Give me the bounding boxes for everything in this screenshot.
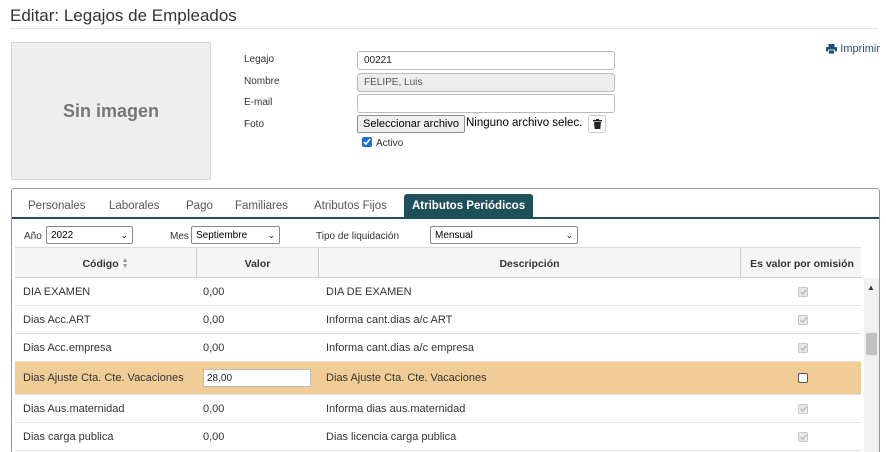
trash-icon [592, 119, 602, 129]
print-link-label: Imprimir [840, 43, 880, 55]
cell-descripcion: Informa cant.dias a/c empresa [326, 341, 474, 354]
photo-placeholder-text: Sin imagen [62, 100, 160, 121]
table-row[interactable]: Dias Aus.maternidad 0,00 Informa dias au… [15, 395, 861, 423]
header-omision[interactable]: Es valor por omisión [741, 248, 863, 279]
omision-checkbox[interactable] [798, 431, 808, 442]
anio-select[interactable]: 2022 ⌄ [46, 226, 133, 244]
header-descripcion[interactable]: Descripción [319, 248, 741, 279]
cell-descripcion: DIA DE EXAMEN [326, 285, 412, 298]
email-label: E-mail [244, 97, 273, 108]
cell-omision [798, 395, 808, 422]
scroll-up-icon[interactable]: ▲ [867, 283, 875, 292]
tab-panel: Personales Laborales Pago Familiares Atr… [11, 188, 880, 452]
cell-codigo: Dias Acc.empresa [23, 341, 112, 354]
tipo-liquidacion-select-value: Mensual [435, 229, 473, 241]
cell-codigo: Dias Aus.maternidad [23, 402, 125, 415]
cell-omision [798, 278, 808, 305]
email-input[interactable] [357, 94, 615, 113]
table-row[interactable]: Dias Acc.ART 0,00 Informa cant.dias a/c … [15, 306, 861, 334]
anio-label: Año [24, 231, 42, 242]
table-row[interactable]: Dias Acc.empresa 0,00 Informa cant.dias … [15, 334, 861, 362]
select-file-button[interactable]: Seleccionar archivo [357, 115, 465, 133]
page-title: Editar: Legajos de Empleados [10, 6, 237, 25]
header-codigo[interactable]: Código ▲ ▼ [15, 248, 197, 279]
sort-icon: ▲ ▼ [121, 256, 129, 270]
tab-pago[interactable]: Pago [178, 194, 221, 218]
valor-edit-input[interactable] [203, 369, 311, 387]
employee-photo-placeholder: Sin imagen [11, 42, 211, 180]
omision-checkbox[interactable] [798, 314, 808, 325]
tipo-liquidacion-select[interactable]: Mensual ⌄ [430, 226, 578, 244]
foto-label: Foto [244, 119, 265, 130]
cell-codigo: DIA EXAMEN [23, 285, 91, 298]
table-row-selected[interactable]: Dias Ajuste Cta. Cte. Vacaciones Dias Aj… [15, 362, 861, 395]
legajo-label: Legajo [244, 54, 275, 65]
header-codigo-label: Código [82, 257, 119, 270]
nombre-input[interactable] [357, 73, 615, 92]
file-status-text: Ninguno archivo selec. [466, 117, 583, 129]
cell-valor: 0,00 [203, 402, 225, 415]
cell-codigo: Dias Acc.ART [23, 313, 91, 326]
table-row[interactable]: DIA EXAMEN 0,00 DIA DE EXAMEN [15, 278, 861, 306]
cell-descripcion: Informa cant.dias a/c ART [326, 313, 453, 326]
chevron-down-icon: ⌄ [267, 229, 275, 240]
print-link[interactable]: Imprimir [826, 43, 880, 55]
activo-checkbox[interactable] [362, 137, 372, 147]
mes-select-value: Septiembre [196, 229, 248, 241]
cell-omision [798, 334, 808, 361]
nombre-label: Nombre [244, 76, 280, 87]
scrollbar-thumb[interactable] [866, 333, 877, 355]
delete-photo-button[interactable] [588, 115, 606, 133]
omision-checkbox[interactable] [798, 286, 808, 297]
cell-valor [203, 362, 311, 394]
grid-header: Código ▲ ▼ Valor Descripción Es valor por… [15, 247, 863, 279]
cell-codigo: Dias carga publica [23, 430, 114, 443]
cell-omision [798, 362, 808, 394]
omision-checkbox[interactable] [798, 342, 808, 353]
cell-valor: 0,00 [203, 285, 225, 298]
table-row[interactable]: Dias carga publica 0,00 Dias licencia ca… [15, 423, 861, 451]
omision-checkbox[interactable] [798, 403, 808, 414]
cell-valor: 0,00 [203, 430, 225, 443]
cell-descripcion: Dias licencia carga publica [326, 430, 457, 443]
cell-omision [798, 423, 808, 450]
cell-valor: 0,00 [203, 341, 225, 354]
tab-atributos-fijos[interactable]: Atributos Fijos [306, 194, 395, 218]
tab-laborales[interactable]: Laborales [101, 194, 168, 218]
omision-checkbox[interactable] [798, 373, 808, 383]
cell-descripcion: Dias Ajuste Cta. Cte. Vacaciones [326, 372, 487, 384]
cell-valor: 0,00 [203, 313, 225, 326]
cell-codigo: Dias Ajuste Cta. Cte. Vacaciones [23, 372, 184, 384]
chevron-down-icon: ⌄ [565, 229, 573, 240]
anio-select-value: 2022 [51, 229, 74, 241]
mes-select[interactable]: Septiembre ⌄ [191, 226, 280, 244]
header-valor[interactable]: Valor [197, 248, 319, 279]
tab-atributos-periodicos[interactable]: Atributos Periódicos [404, 194, 534, 219]
tipo-liquidacion-label: Tipo de liquidación [316, 231, 400, 242]
grid-scrollbar[interactable]: ▲ [864, 278, 879, 452]
chevron-down-icon: ⌄ [120, 229, 128, 240]
tab-personales[interactable]: Personales [20, 194, 94, 218]
title-divider [10, 28, 878, 29]
printer-icon [826, 44, 838, 54]
activo-label: Activo [376, 138, 404, 149]
tab-bar: Personales Laborales Pago Familiares Atr… [12, 189, 879, 219]
tab-familiares[interactable]: Familiares [227, 194, 296, 218]
legajo-input[interactable] [357, 51, 615, 70]
cell-omision [798, 306, 808, 333]
mes-label: Mes [170, 231, 189, 242]
cell-descripcion: Informa dias aus.maternidad [326, 402, 466, 415]
